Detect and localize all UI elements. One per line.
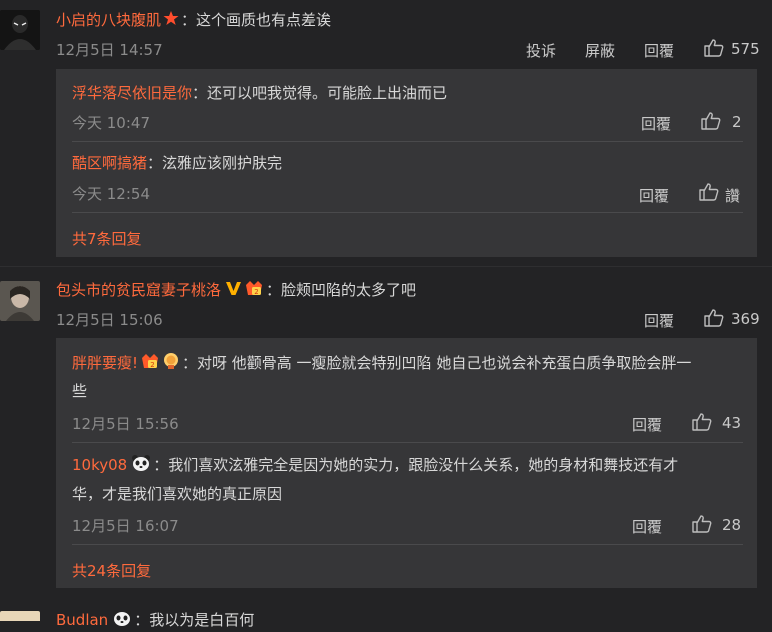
divider (72, 141, 743, 142)
reply-button[interactable]: 回覆 (632, 516, 662, 537)
timestamp: 12月5日 14:57 (56, 41, 163, 59)
reply-username[interactable]: 胖胖要瘦! (72, 354, 138, 372)
reply-timestamp: 今天 10:47 (72, 114, 150, 132)
avatar[interactable] (0, 281, 40, 321)
reply-text: ：还可以吧我觉得。可能脸上出油而已 (192, 84, 448, 102)
divider (72, 442, 743, 443)
reply-text: ：对呀 他颧骨高 一瘦脸就会特别凹陷 她自己也说会补充蛋白质争取脸会胖一 (182, 354, 692, 372)
divider (72, 212, 743, 213)
v-badge-icon (225, 280, 242, 301)
timestamp: 12月5日 15:06 (56, 311, 163, 329)
comment-text: ：脸颊凹陷的太多了吧 (266, 281, 417, 299)
reply-text: ：我们喜欢泫雅完全是因为她的实力，跟脸没什么关系，她的身材和舞技还有才 (153, 456, 679, 474)
username[interactable]: 小启的八块腹肌 (56, 11, 161, 29)
star-icon (163, 10, 179, 31)
username[interactable]: Budlan (56, 611, 108, 629)
reply-line: 浮华落尽依旧是你：还可以吧我觉得。可能脸上出油而已 (72, 83, 447, 103)
reply-button[interactable]: 回覆 (632, 414, 662, 435)
reply-text: ：泫雅应该刚护肤完 (147, 154, 283, 172)
comment-text: ：我以为是白百何 (134, 611, 255, 629)
reply-line: 酷区啊搞猪：泫雅应该刚护肤完 (72, 153, 282, 173)
like-count: 28 (722, 516, 742, 534)
svg-text:2: 2 (254, 288, 258, 296)
report-button[interactable]: 投诉 (526, 40, 556, 61)
thumbs-up-icon[interactable] (701, 112, 721, 130)
medal-icon (162, 352, 180, 375)
more-replies-link[interactable]: 共24条回复 (72, 560, 151, 581)
divider (72, 544, 743, 545)
like-count: 43 (722, 414, 742, 432)
reply-button[interactable]: 回覆 (639, 185, 669, 206)
level-badge-icon: 2 (140, 352, 160, 375)
reply-text-continued: 华，才是我们喜欢她的真正原因 (72, 485, 283, 503)
reply-username[interactable]: 10ky08 (72, 456, 127, 474)
reply-username[interactable]: 酷区啊搞猪 (72, 154, 147, 172)
like-label: 讚 (725, 187, 741, 205)
level-badge-icon: 2 (244, 279, 264, 302)
avatar[interactable] (0, 611, 40, 621)
comment-line: 包头市的贫民窟妻子桃洛 2 ：脸颊凹陷的太多了吧 (56, 279, 416, 302)
thumbs-up-icon[interactable] (699, 183, 719, 201)
panda-icon (131, 454, 151, 477)
username[interactable]: 包头市的贫民窟妻子桃洛 (56, 281, 221, 299)
divider (0, 266, 772, 267)
svg-text:2: 2 (150, 361, 154, 369)
reply-timestamp: 12月5日 16:07 (72, 517, 179, 535)
reply-button[interactable]: 回覆 (641, 113, 671, 134)
thumbs-up-icon[interactable] (692, 515, 712, 533)
thumbs-up-icon[interactable] (692, 413, 712, 431)
reply-timestamp: 今天 12:54 (72, 185, 150, 203)
like-count: 575 (731, 40, 760, 58)
reply-username[interactable]: 浮华落尽依旧是你 (72, 84, 192, 102)
reply-line: 10ky08 ：我们喜欢泫雅完全是因为她的实力，跟脸没什么关系，她的身材和舞技还… (72, 454, 678, 477)
more-replies-link[interactable]: 共7条回复 (72, 228, 142, 249)
block-button[interactable]: 屏蔽 (585, 40, 615, 61)
reply-line: 胖胖要瘦! 2 ：对呀 他颧骨高 一瘦脸就会特别凹陷 她自己也说会补充蛋白质争取… (72, 352, 691, 375)
reply-timestamp: 12月5日 15:56 (72, 415, 179, 433)
comment-text: ：这个画质也有点差诶 (181, 11, 332, 29)
reply-button[interactable]: 回覆 (644, 310, 674, 331)
reply-button[interactable]: 回覆 (644, 40, 674, 61)
like-count: 2 (732, 113, 742, 131)
avatar[interactable] (0, 10, 40, 50)
reply-text-continued: 些 (72, 382, 88, 400)
comment-line: 小启的八块腹肌 ：这个画质也有点差诶 (56, 10, 331, 31)
like-count: 369 (731, 310, 760, 328)
thumbs-up-icon[interactable] (704, 39, 724, 57)
reply-box: 胖胖要瘦! 2 ：对呀 他颧骨高 一瘦脸就会特别凹陷 她自己也说会补充蛋白质争取… (56, 338, 757, 588)
reply-box: 浮华落尽依旧是你：还可以吧我觉得。可能脸上出油而已 今天 10:47 回覆 2 … (56, 69, 757, 257)
thumbs-up-icon[interactable] (704, 309, 724, 327)
